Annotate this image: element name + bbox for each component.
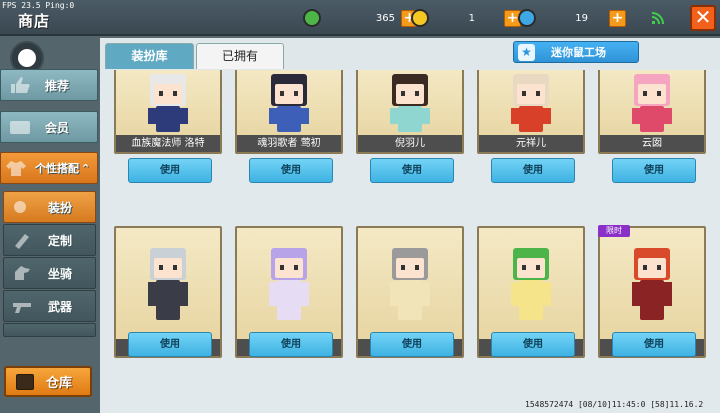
character-portrait xyxy=(259,74,319,142)
sidebar-item-recommend[interactable]: 推荐 xyxy=(0,69,98,101)
use-button[interactable]: 使用 xyxy=(249,158,333,183)
outfit-grid: 血族魔法师 洛特使用魂羽歌者 莺初使用倪羽儿使用元祥儿使用云囡使用苍鸿使用芙洛丝… xyxy=(100,70,720,413)
gold-coin-icon xyxy=(411,9,429,27)
sidebar: 推荐 会员 个性搭配 ⌃ 装扮 定制 坐骑 武器 仓库 xyxy=(0,36,100,413)
outfit-name: 血族魔法师 洛特 xyxy=(116,135,220,152)
outfit-name: 元祥儿 xyxy=(479,135,583,152)
mini-workshop-button[interactable]: ★ 迷你鼠工场 xyxy=(513,41,639,63)
sidebar-item-custom[interactable]: 定制 xyxy=(3,224,96,256)
currency-coins: 1 + xyxy=(411,8,521,28)
use-button[interactable]: 使用 xyxy=(491,158,575,183)
shirt-icon xyxy=(5,159,27,177)
currency-gems: 365 + xyxy=(303,8,418,28)
top-bar: FPS 23.5 Ping:0 商店 365 + 1 + 19 + ✕ xyxy=(0,0,720,36)
outfit-card[interactable]: 倪羽儿 xyxy=(356,70,464,154)
use-button[interactable]: 使用 xyxy=(370,158,454,183)
outfit-card[interactable]: 血族魔法师 洛特 xyxy=(114,70,222,154)
character-portrait xyxy=(622,248,682,344)
outfit-card[interactable]: 云囡 xyxy=(598,70,706,154)
sidebar-item-label: 装扮 xyxy=(48,200,73,215)
horse-icon xyxy=(12,264,34,282)
storage-chest-icon xyxy=(16,373,34,390)
use-button[interactable]: 使用 xyxy=(612,158,696,183)
character-portrait xyxy=(380,248,440,344)
vip-card-icon xyxy=(9,118,31,136)
character-portrait xyxy=(501,74,561,142)
currency-star-coins: 19 + xyxy=(518,8,626,28)
sidebar-item-label: 武器 xyxy=(48,299,73,314)
character-portrait xyxy=(138,248,198,344)
main-panel: 装扮库 已拥有 ★ 迷你鼠工场 血族魔法师 洛特使用 魂羽歌者 莺初使用 倪羽儿使用… xyxy=(100,38,720,413)
sidebar-item-member[interactable]: 会员 xyxy=(0,111,98,143)
workshop-label: 迷你鼠工场 xyxy=(551,46,606,59)
storage-button[interactable]: 仓库 xyxy=(4,366,92,397)
sidebar-item-dressup[interactable]: 装扮 xyxy=(3,191,96,223)
use-button[interactable]: 使用 xyxy=(249,332,333,357)
sidebar-item-weapon[interactable]: 武器 xyxy=(3,290,96,322)
gems-value: 365 xyxy=(375,12,395,24)
character-portrait xyxy=(622,74,682,142)
sidebar-item-mount[interactable]: 坐骑 xyxy=(3,257,96,289)
page-title: 商店 xyxy=(18,12,51,30)
thumbs-up-icon xyxy=(9,76,31,94)
limited-time-badge: 限时 xyxy=(598,225,630,237)
wifi-signal-icon xyxy=(652,12,664,24)
tab-owned[interactable]: 已拥有 xyxy=(196,43,284,69)
star-icon: ★ xyxy=(518,43,535,61)
use-button[interactable]: 使用 xyxy=(370,332,454,357)
sidebar-group-outfits[interactable]: 个性搭配 ⌃ xyxy=(0,152,98,184)
blue-star-coin-icon xyxy=(518,9,536,27)
character-portrait xyxy=(501,248,561,344)
green-gem-icon xyxy=(303,9,321,27)
sidebar-item-label: 推荐 xyxy=(45,78,70,93)
sidebar-item-label: 坐骑 xyxy=(48,266,73,281)
character-portrait xyxy=(259,248,319,344)
brush-icon xyxy=(12,231,34,249)
dressup-icon xyxy=(12,198,34,216)
sidebar-item-label: 定制 xyxy=(48,233,73,248)
character-portrait xyxy=(138,74,198,142)
character-portrait xyxy=(380,74,440,142)
outfit-name: 倪羽儿 xyxy=(358,135,462,152)
sidebar-item-label: 会员 xyxy=(45,120,70,135)
outfit-card[interactable]: 魂羽歌者 莺初 xyxy=(235,70,343,154)
outfit-card[interactable]: 元祥儿 xyxy=(477,70,585,154)
gun-icon xyxy=(12,297,34,315)
add-star-coins-button[interactable]: + xyxy=(609,9,626,27)
use-button[interactable]: 使用 xyxy=(128,332,212,357)
fps-readout: FPS 23.5 Ping:0 xyxy=(2,1,75,10)
sidebar-item-more[interactable] xyxy=(3,323,96,337)
star-coins-value: 19 xyxy=(575,12,588,24)
close-button[interactable]: ✕ xyxy=(690,5,716,31)
build-info: 1548572474 [08/10]11:45:0 [58]11.16.2 xyxy=(525,400,704,409)
use-button[interactable]: 使用 xyxy=(612,332,696,357)
coins-value: 1 xyxy=(468,12,475,24)
storage-label: 仓库 xyxy=(46,376,73,391)
chevron-up-icon: ⌃ xyxy=(81,161,91,175)
outfit-name: 云囡 xyxy=(600,135,704,152)
use-button[interactable]: 使用 xyxy=(491,332,575,357)
tab-outfit-library[interactable]: 装扮库 xyxy=(105,43,194,69)
sidebar-item-label: 个性搭配 xyxy=(35,162,79,175)
outfit-name: 魂羽歌者 莺初 xyxy=(237,135,341,152)
use-button[interactable]: 使用 xyxy=(128,158,212,183)
